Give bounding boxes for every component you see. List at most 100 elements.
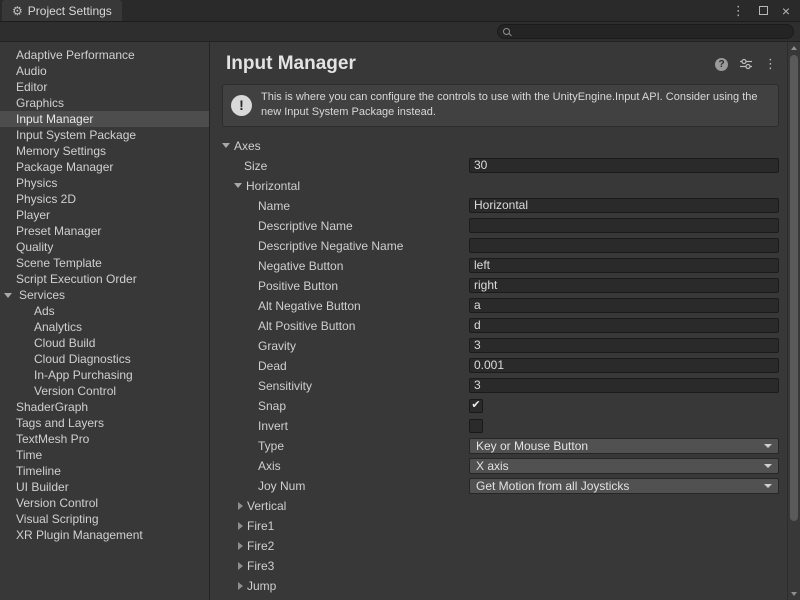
panel-menu-icon[interactable]: ⋮ — [764, 56, 777, 72]
sidebar-item-physics-2d[interactable]: Physics 2D — [0, 191, 209, 207]
sidebar-item-shadergraph[interactable]: ShaderGraph — [0, 399, 209, 415]
sidebar-item-package-manager[interactable]: Package Manager — [0, 159, 209, 175]
close-icon[interactable]: × — [782, 4, 790, 18]
sidebar-item-cloud-build[interactable]: Cloud Build — [0, 335, 209, 351]
sidebar-item-editor[interactable]: Editor — [0, 79, 209, 95]
window-menu-icon[interactable]: ⋮ — [732, 3, 745, 19]
help-box-text: This is where you can configure the cont… — [261, 90, 770, 121]
foldout-label: Horizontal — [246, 179, 300, 193]
name-input[interactable] — [469, 198, 779, 213]
sidebar-item-scene-template[interactable]: Scene Template — [0, 255, 209, 271]
field-label: Size — [210, 159, 267, 173]
page-title: Input Manager — [226, 53, 715, 75]
foldout-jump[interactable]: Jump — [210, 576, 787, 596]
search-box[interactable] — [497, 24, 794, 39]
type-dropdown[interactable]: Key or Mouse Button — [469, 438, 779, 454]
foldout-closed-icon — [238, 562, 243, 570]
alt-positive-button-input[interactable] — [469, 318, 779, 333]
sidebar-item-visual-scripting[interactable]: Visual Scripting — [0, 511, 209, 527]
foldout-fire2[interactable]: Fire2 — [210, 536, 787, 556]
project-settings-window: ⚙ Project Settings ⋮ × Adaptive Performa… — [0, 0, 800, 600]
foldout-axes[interactable]: Axes — [210, 136, 787, 156]
scroll-up-icon[interactable] — [788, 42, 800, 54]
sidebar-item-analytics[interactable]: Analytics — [0, 319, 209, 335]
field-label: Name — [210, 199, 290, 213]
sidebar-item-ads[interactable]: Ads — [0, 303, 209, 319]
sidebar-item-script-execution-order[interactable]: Script Execution Order — [0, 271, 209, 287]
foldout-fire3[interactable]: Fire3 — [210, 556, 787, 576]
sidebar-item-quality[interactable]: Quality — [0, 239, 209, 255]
positive-button-input[interactable] — [469, 278, 779, 293]
field-row-gravity: Gravity — [210, 336, 787, 356]
scrollbar-thumb[interactable] — [790, 55, 798, 521]
descriptive-negative-name-input[interactable] — [469, 238, 779, 253]
field-row-snap: Snap ✔ — [210, 396, 787, 416]
descriptive-name-input[interactable] — [469, 218, 779, 233]
help-icon[interactable]: ? — [715, 58, 728, 71]
axis-dropdown[interactable]: X axis — [469, 458, 779, 474]
sidebar-item-graphics[interactable]: Graphics — [0, 95, 209, 111]
foldout-mouse-x[interactable]: Mouse X — [210, 596, 787, 600]
gear-icon: ⚙ — [12, 4, 23, 18]
dropdown-value: X axis — [476, 459, 509, 473]
foldout-open-icon — [4, 293, 12, 298]
field-label: Sensitivity — [210, 379, 312, 393]
foldout-closed-icon — [238, 522, 243, 530]
sidebar-item-audio[interactable]: Audio — [0, 63, 209, 79]
maximize-icon[interactable] — [759, 6, 768, 15]
search-input[interactable] — [514, 26, 788, 38]
gravity-input[interactable] — [469, 338, 779, 353]
sidebar-item-in-app-purchasing[interactable]: In-App Purchasing — [0, 367, 209, 383]
field-label: Descriptive Name — [210, 219, 353, 233]
field-label: Snap — [210, 399, 286, 413]
alt-negative-button-input[interactable] — [469, 298, 779, 313]
sidebar-item-preset-manager[interactable]: Preset Manager — [0, 223, 209, 239]
foldout-label: Jump — [247, 579, 276, 593]
foldout-label: Axes — [234, 139, 261, 153]
sidebar-item-time[interactable]: Time — [0, 447, 209, 463]
foldout-label: Fire1 — [247, 519, 274, 533]
sensitivity-input[interactable] — [469, 378, 779, 393]
foldout-fire1[interactable]: Fire1 — [210, 516, 787, 536]
sidebar-item-xr-plugin-management[interactable]: XR Plugin Management — [0, 527, 209, 543]
sidebar-item-memory-settings[interactable]: Memory Settings — [0, 143, 209, 159]
foldout-label: Vertical — [247, 499, 286, 513]
foldout-vertical[interactable]: Vertical — [210, 496, 787, 516]
sidebar-item-cloud-diagnostics[interactable]: Cloud Diagnostics — [0, 351, 209, 367]
sidebar-item-input-system-package[interactable]: Input System Package — [0, 127, 209, 143]
joy-num-dropdown[interactable]: Get Motion from all Joysticks — [469, 478, 779, 494]
chevron-down-icon — [764, 464, 772, 468]
info-icon: ! — [231, 95, 252, 116]
field-label: Negative Button — [210, 259, 343, 273]
sidebar-item-player[interactable]: Player — [0, 207, 209, 223]
sidebar-item-input-manager[interactable]: Input Manager — [0, 111, 209, 127]
field-row-dead: Dead — [210, 356, 787, 376]
foldout-label: Fire3 — [247, 559, 274, 573]
sidebar-item-ui-builder[interactable]: UI Builder — [0, 479, 209, 495]
invert-checkbox[interactable] — [469, 419, 483, 433]
sidebar-item-version-control-service[interactable]: Version Control — [0, 383, 209, 399]
dead-input[interactable] — [469, 358, 779, 373]
field-row-descriptive-name: Descriptive Name — [210, 216, 787, 236]
field-row-name: Name — [210, 196, 787, 216]
foldout-horizontal[interactable]: Horizontal — [210, 176, 787, 196]
field-label: Alt Negative Button — [210, 299, 361, 313]
sidebar-item-adaptive-performance[interactable]: Adaptive Performance — [0, 47, 209, 63]
sidebar-item-textmesh-pro[interactable]: TextMesh Pro — [0, 431, 209, 447]
sidebar-item-tags-and-layers[interactable]: Tags and Layers — [0, 415, 209, 431]
sidebar-item-physics[interactable]: Physics — [0, 175, 209, 191]
tab-project-settings[interactable]: ⚙ Project Settings — [2, 0, 122, 21]
field-row-sensitivity: Sensitivity — [210, 376, 787, 396]
size-input[interactable] — [469, 158, 779, 173]
field-label: Dead — [210, 359, 287, 373]
field-label: Positive Button — [210, 279, 338, 293]
sidebar-item-services[interactable]: Services — [0, 287, 209, 303]
presets-icon[interactable] — [739, 58, 753, 70]
scroll-down-icon[interactable] — [788, 588, 800, 600]
negative-button-input[interactable] — [469, 258, 779, 273]
chevron-down-icon — [764, 444, 772, 448]
sidebar-item-version-control[interactable]: Version Control — [0, 495, 209, 511]
sidebar-item-timeline[interactable]: Timeline — [0, 463, 209, 479]
field-label: Descriptive Negative Name — [210, 239, 403, 253]
snap-checkbox[interactable]: ✔ — [469, 399, 483, 413]
